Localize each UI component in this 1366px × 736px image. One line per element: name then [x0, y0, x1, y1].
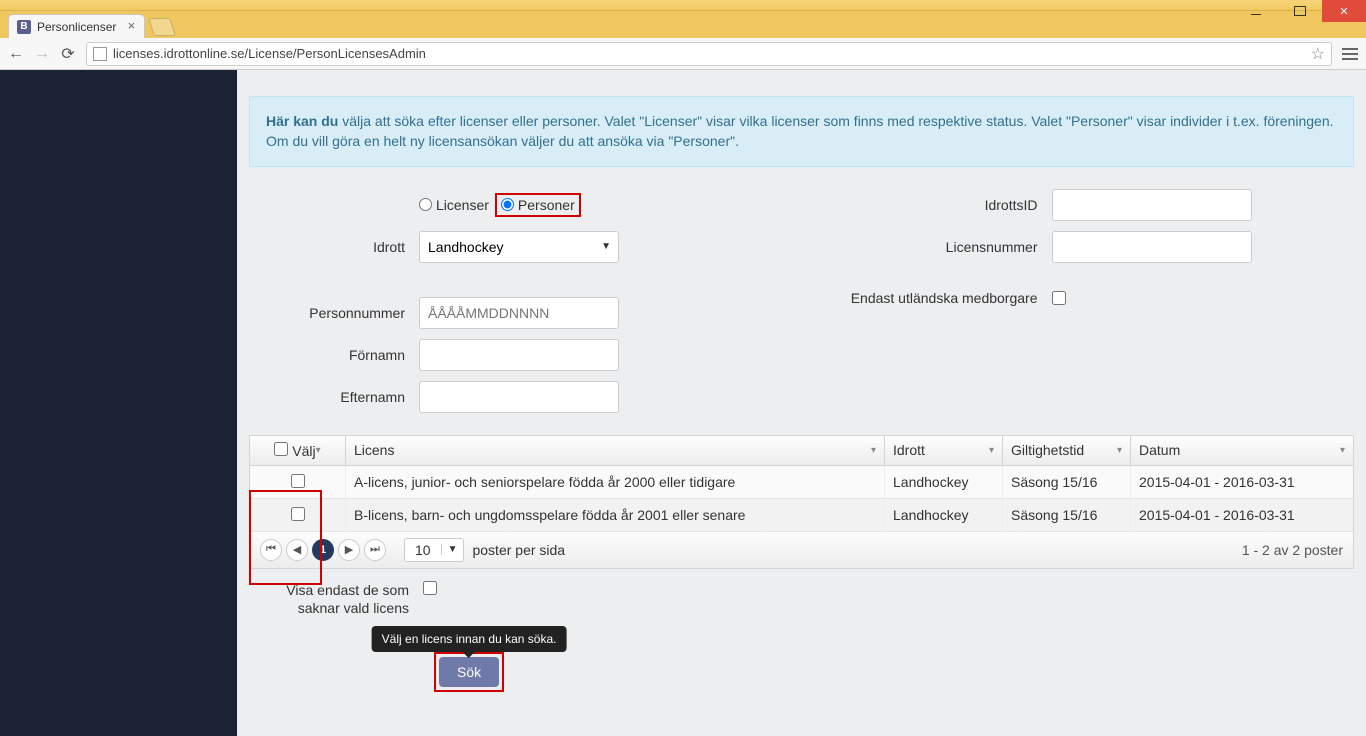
license-grid: Välj▾ Licens▾ Idrott▾ Giltighetstid▾ Dat…	[249, 435, 1354, 569]
new-tab-button[interactable]	[148, 18, 176, 36]
cell-datum: 2015-04-01 - 2016-03-31	[1131, 466, 1353, 498]
info-lead: Här kan du	[266, 113, 338, 129]
idrott-label: Idrott	[249, 239, 419, 255]
main-content: Här kan du välja att söka efter licenser…	[237, 70, 1366, 736]
radio-personer-input[interactable]	[501, 198, 514, 211]
row-checkbox[interactable]	[291, 507, 305, 521]
page-icon	[93, 47, 107, 61]
col-valj-label: Välj	[292, 443, 315, 459]
idrottsid-label: IdrottsID	[802, 197, 1052, 213]
left-sidebar	[0, 70, 237, 736]
chevron-down-icon: ▼	[441, 544, 464, 555]
os-titlebar	[0, 0, 1366, 11]
reload-button[interactable]: ⟳	[60, 46, 76, 62]
radio-licenser-label: Licenser	[436, 197, 489, 213]
col-licens[interactable]: Licens ▾	[346, 436, 885, 465]
radio-licenser[interactable]: Licenser	[419, 197, 489, 213]
grid-header: Välj▾ Licens▾ Idrott▾ Giltighetstid▾ Dat…	[250, 436, 1353, 466]
info-banner: Här kan du välja att söka efter licenser…	[249, 96, 1354, 167]
table-row: B-licens, barn- och ungdomsspelare födda…	[250, 499, 1353, 532]
url-text: licenses.idrottonline.se/License/PersonL…	[113, 46, 426, 61]
close-tab-icon[interactable]: ×	[124, 19, 138, 33]
sok-wrapper: Välj en licens innan du kan söka. Sök	[434, 652, 504, 692]
chevron-down-icon[interactable]: ▾	[1117, 445, 1122, 456]
favicon: B	[17, 20, 31, 34]
page-size-value: 10	[405, 542, 441, 558]
licensnummer-input[interactable]	[1052, 231, 1252, 263]
page-prev-button[interactable]: ◀	[286, 539, 308, 561]
col-giltighet-label: Giltighetstid	[1011, 442, 1084, 458]
page-first-button[interactable]: ⏮	[260, 539, 282, 561]
personnummer-label: Personnummer	[249, 305, 419, 321]
grid-pager: ⏮ ◀ 1 ▶ ⏭ 10 ▼ poster per sida 1 - 2 av …	[250, 532, 1353, 568]
page-size-select[interactable]: 10 ▼	[404, 538, 464, 562]
table-row: A-licens, junior- och seniorspelare född…	[250, 466, 1353, 499]
window-controls	[1234, 0, 1366, 22]
cell-idrott: Landhockey	[885, 499, 1003, 531]
sok-tooltip: Välj en licens innan du kan söka.	[372, 626, 567, 652]
col-datum-label: Datum	[1139, 442, 1180, 458]
col-valj[interactable]: Välj▾	[250, 436, 346, 465]
back-button[interactable]: ←	[8, 46, 24, 62]
fornamn-input[interactable]	[419, 339, 619, 371]
close-window-button[interactable]	[1322, 0, 1366, 22]
bookmark-star-icon[interactable]: ☆	[1311, 44, 1325, 64]
select-all-checkbox[interactable]	[274, 442, 288, 456]
browser-toolbar: ← → ⟳ licenses.idrottonline.se/License/P…	[0, 38, 1366, 70]
radio-personer-label: Personer	[518, 197, 575, 213]
missing-license-checkbox[interactable]	[423, 581, 437, 595]
per-page-label: poster per sida	[472, 542, 565, 558]
info-rest: välja att söka efter licenser eller pers…	[266, 113, 1334, 149]
browser-tabstrip: B Personlicenser ×	[0, 11, 1366, 38]
col-licens-label: Licens	[354, 442, 394, 458]
cell-datum: 2015-04-01 - 2016-03-31	[1131, 499, 1353, 531]
row-checkbox[interactable]	[291, 474, 305, 488]
fornamn-label: Förnamn	[249, 347, 419, 363]
browser-menu-icon[interactable]	[1342, 48, 1358, 60]
maximize-button[interactable]	[1278, 0, 1322, 22]
search-form: Licenser Personer Idrott Landhockey	[249, 181, 1354, 421]
app-body: Här kan du välja att söka efter licenser…	[0, 70, 1366, 736]
cell-giltighet: Säsong 15/16	[1003, 499, 1131, 531]
browser-tab[interactable]: B Personlicenser ×	[8, 14, 145, 38]
missing-license-label: Visa endast de som saknar vald licens	[249, 581, 409, 619]
idrottsid-input[interactable]	[1052, 189, 1252, 221]
tab-title: Personlicenser	[37, 20, 116, 34]
missing-license-row: Visa endast de som saknar vald licens	[249, 581, 1354, 619]
endast-utl-label: Endast utländska medborgare	[802, 289, 1052, 308]
col-giltighet[interactable]: Giltighetstid ▾	[1003, 436, 1131, 465]
personnummer-input[interactable]	[419, 297, 619, 329]
licensnummer-label: Licensnummer	[802, 239, 1052, 255]
cell-idrott: Landhockey	[885, 466, 1003, 498]
col-datum[interactable]: Datum ▾	[1131, 436, 1353, 465]
endast-utl-checkbox[interactable]	[1052, 291, 1066, 305]
forward-button[interactable]: →	[34, 46, 50, 62]
chevron-down-icon[interactable]: ▾	[871, 445, 876, 456]
chevron-down-icon[interactable]: ▾	[989, 445, 994, 456]
radio-personer[interactable]: Personer	[501, 197, 575, 213]
grid-count-label: 1 - 2 av 2 poster	[1242, 542, 1343, 558]
cell-licens: A-licens, junior- och seniorspelare född…	[346, 466, 885, 498]
cell-licens: B-licens, barn- och ungdomsspelare födda…	[346, 499, 885, 531]
page-last-button[interactable]: ⏭	[364, 539, 386, 561]
cell-giltighet: Säsong 15/16	[1003, 466, 1131, 498]
efternamn-input[interactable]	[419, 381, 619, 413]
page-next-button[interactable]: ▶	[338, 539, 360, 561]
chevron-down-icon[interactable]: ▾	[1340, 445, 1345, 456]
col-idrott-label: Idrott	[893, 442, 925, 458]
efternamn-label: Efternamn	[249, 389, 419, 405]
minimize-button[interactable]	[1234, 0, 1278, 22]
address-bar[interactable]: licenses.idrottonline.se/License/PersonL…	[86, 42, 1332, 66]
idrott-select[interactable]: Landhockey	[419, 231, 619, 263]
page-current[interactable]: 1	[312, 539, 334, 561]
chevron-down-icon[interactable]: ▾	[316, 445, 321, 456]
col-idrott[interactable]: Idrott ▾	[885, 436, 1003, 465]
radio-licenser-input[interactable]	[419, 198, 432, 211]
